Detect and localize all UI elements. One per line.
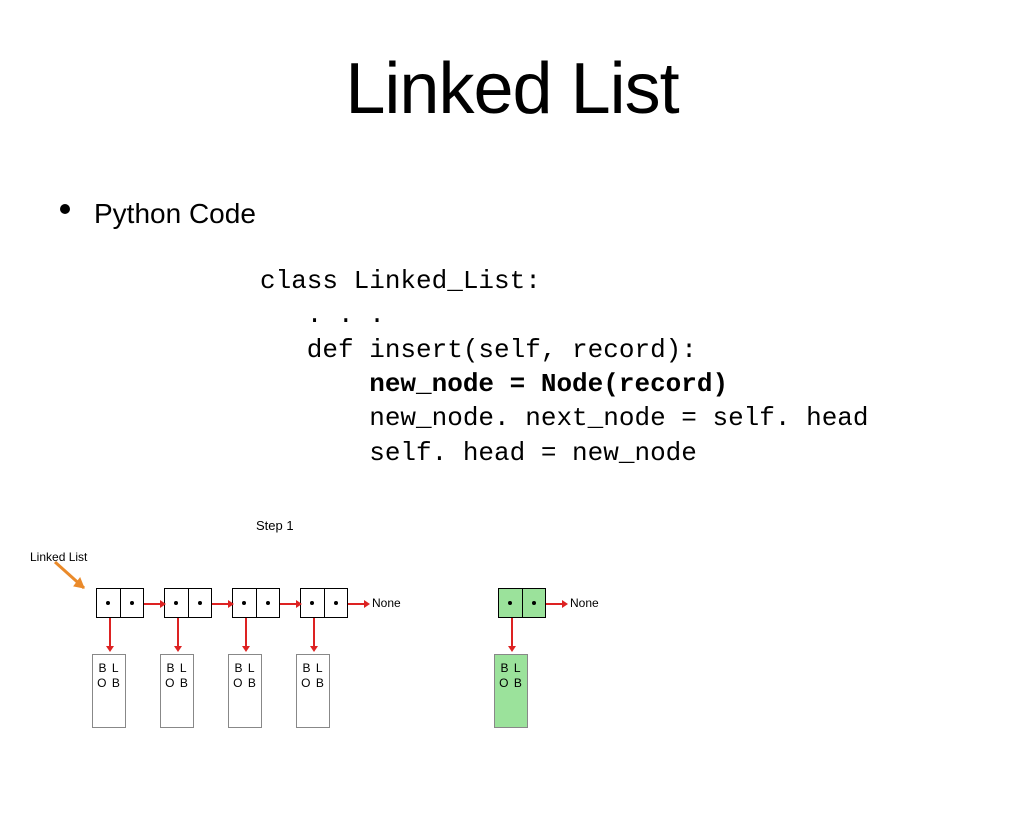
linked-list-diagram: Step 1 Linked List None B — [86, 528, 936, 808]
data-arrow-icon — [106, 618, 114, 652]
data-arrow-icon — [174, 618, 182, 652]
list-node — [164, 588, 212, 618]
none-label: None — [570, 596, 599, 610]
data-arrow-icon — [508, 618, 516, 652]
bullet-text: Python Code — [94, 198, 256, 230]
blob-box: B L O B — [160, 654, 194, 728]
code-line: self. head = new_node — [260, 438, 697, 468]
blob-box: B L O B — [296, 654, 330, 728]
bullet-dot-icon — [60, 204, 70, 214]
new-blob-box: B L O B — [494, 654, 528, 728]
step-label: Step 1 — [256, 518, 294, 533]
code-line: def insert(self, record): — [260, 335, 697, 365]
none-label: None — [372, 596, 401, 610]
list-node — [300, 588, 348, 618]
next-arrow-icon — [212, 600, 234, 608]
data-arrow-icon — [242, 618, 250, 652]
blob-box: B L O B — [92, 654, 126, 728]
next-arrow-icon — [348, 600, 370, 608]
next-arrow-icon — [280, 600, 302, 608]
head-arrow-icon — [50, 560, 100, 600]
code-line: class Linked_List: — [260, 266, 541, 296]
next-arrow-icon — [144, 600, 166, 608]
blob-box: B L O B — [228, 654, 262, 728]
data-arrow-icon — [310, 618, 318, 652]
list-node — [96, 588, 144, 618]
next-arrow-icon — [546, 600, 568, 608]
bullet-item: Python Code — [60, 198, 1024, 230]
code-line: new_node. next_node = self. head — [260, 403, 869, 433]
code-line: . . . — [260, 300, 385, 330]
new-node — [498, 588, 546, 618]
list-node — [232, 588, 280, 618]
page-title: Linked List — [0, 48, 1024, 130]
code-line-highlight: new_node = Node(record) — [260, 369, 728, 399]
code-block: class Linked_List: . . . def insert(self… — [260, 264, 1024, 470]
